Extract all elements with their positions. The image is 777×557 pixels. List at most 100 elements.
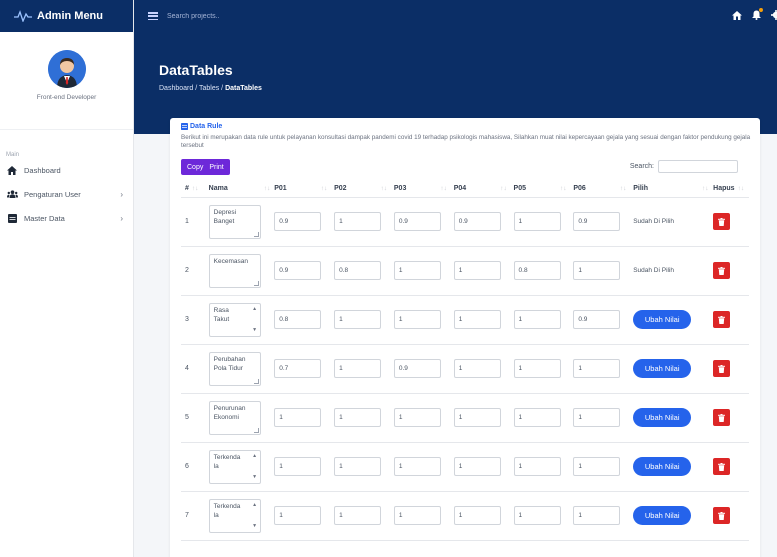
p04-input[interactable]: 1 <box>453 261 501 281</box>
p03-input[interactable]: 1 <box>393 261 441 281</box>
sidebar-item-dashboard[interactable]: Dashboard <box>0 158 133 182</box>
hamburger-menu-icon[interactable] <box>148 12 158 20</box>
nama-textarea[interactable]: Terkenda la ▲ ▼ <box>208 498 261 533</box>
column-header-p05[interactable]: P05 ↑↓ <box>509 179 570 198</box>
copy-button[interactable]: Copy <box>181 159 207 176</box>
resize-grip-icon[interactable] <box>253 378 259 384</box>
p01-input[interactable]: 0.8 <box>274 310 322 330</box>
p04-cell: 1 <box>449 295 510 345</box>
delete-button[interactable] <box>713 311 731 329</box>
table-search-input[interactable] <box>658 160 738 174</box>
spin-down-icon[interactable]: ▼ <box>252 523 257 530</box>
p03-input[interactable]: 1 <box>393 408 441 428</box>
breadcrumb-item-dashboard[interactable]: Dashboard <box>159 85 193 92</box>
breadcrumb-item-tables[interactable]: Tables <box>199 85 219 92</box>
textarea-spinner[interactable]: ▲ ▼ <box>251 502 259 530</box>
spin-up-icon[interactable]: ▲ <box>252 453 257 460</box>
p01-input[interactable]: 0.7 <box>274 359 322 379</box>
p02-input[interactable]: 1 <box>334 506 382 526</box>
p04-input[interactable]: 1 <box>453 457 501 477</box>
p02-input[interactable]: 1 <box>334 310 382 330</box>
column-header-p06[interactable]: P06 ↑↓ <box>569 179 630 198</box>
ubah-nilai-button[interactable]: Ubah Nilai <box>633 457 692 477</box>
column-header-pilih[interactable]: Pilih ↑↓ <box>629 179 710 198</box>
p05-input[interactable]: 0.8 <box>513 261 561 281</box>
p01-input[interactable]: 0.9 <box>274 212 322 232</box>
column-header-p03[interactable]: P03 ↑↓ <box>389 179 450 198</box>
p06-input[interactable]: 1 <box>573 359 621 379</box>
p02-input[interactable]: 1 <box>334 359 382 379</box>
p02-input[interactable]: 1 <box>334 212 382 232</box>
nama-textarea[interactable]: Terkenda la ▲ ▼ <box>208 449 261 484</box>
p04-input[interactable]: 0.9 <box>453 212 501 232</box>
ubah-nilai-button[interactable]: Ubah Nilai <box>633 310 692 330</box>
textarea-spinner[interactable]: ▲ ▼ <box>251 306 259 334</box>
spin-up-icon[interactable]: ▲ <box>252 502 257 509</box>
ubah-nilai-button[interactable]: Ubah Nilai <box>633 359 692 379</box>
p04-input[interactable]: 1 <box>453 359 501 379</box>
nama-textarea[interactable]: Penurunan Ekonomi <box>208 400 261 435</box>
resize-grip-icon[interactable] <box>253 231 259 237</box>
sidebar-item-master-data[interactable]: Master Data › <box>0 206 133 230</box>
p05-input[interactable]: 1 <box>513 359 561 379</box>
p05-input[interactable]: 1 <box>513 408 561 428</box>
spin-down-icon[interactable]: ▼ <box>252 474 257 481</box>
p06-input[interactable]: 1 <box>573 261 621 281</box>
p03-input[interactable]: 1 <box>393 506 441 526</box>
nama-textarea[interactable]: Depresi Banget <box>208 204 261 239</box>
delete-button[interactable] <box>713 458 731 476</box>
brand[interactable]: Admin Menu <box>0 0 133 32</box>
p03-input[interactable]: 0.9 <box>393 212 441 232</box>
p06-input[interactable]: 0.9 <box>573 310 621 330</box>
p06-input[interactable]: 1 <box>573 506 621 526</box>
p02-input[interactable]: 0.8 <box>334 261 382 281</box>
nama-textarea[interactable]: Rasa Takut ▲ ▼ <box>208 302 261 337</box>
delete-button[interactable] <box>713 409 731 427</box>
column-header-nama[interactable]: Nama ↑↓ <box>204 179 271 198</box>
column-header-p01[interactable]: P01 ↑↓ <box>270 179 331 198</box>
nama-textarea[interactable]: Kecemasan <box>208 253 261 288</box>
p04-input[interactable]: 1 <box>453 506 501 526</box>
spin-up-icon[interactable]: ▲ <box>252 306 257 313</box>
textarea-spinner[interactable]: ▲ ▼ <box>251 453 259 481</box>
p01-input[interactable]: 1 <box>274 457 322 477</box>
delete-button[interactable] <box>713 507 731 525</box>
home-icon[interactable] <box>732 10 742 22</box>
p05-input[interactable]: 1 <box>513 212 561 232</box>
resize-grip-icon[interactable] <box>253 427 259 433</box>
p04-input[interactable]: 1 <box>453 310 501 330</box>
avatar[interactable] <box>47 50 86 88</box>
search-input[interactable] <box>167 12 467 20</box>
resize-grip-icon[interactable] <box>253 280 259 286</box>
delete-button[interactable] <box>713 262 731 280</box>
p05-input[interactable]: 1 <box>513 457 561 477</box>
delete-button[interactable] <box>713 213 731 231</box>
print-button[interactable]: Print <box>206 159 230 176</box>
p01-input[interactable]: 1 <box>274 506 322 526</box>
p03-input[interactable]: 1 <box>393 457 441 477</box>
ubah-nilai-button[interactable]: Ubah Nilai <box>633 408 692 428</box>
column-header-p02[interactable]: P02 ↑↓ <box>330 179 390 198</box>
p05-input[interactable]: 1 <box>513 506 561 526</box>
p03-input[interactable]: 0.9 <box>393 359 441 379</box>
p06-input[interactable]: 1 <box>573 408 621 428</box>
p03-input[interactable]: 1 <box>393 310 441 330</box>
spin-down-icon[interactable]: ▼ <box>252 327 257 334</box>
p06-input[interactable]: 0.9 <box>573 212 621 232</box>
p05-input[interactable]: 1 <box>513 310 561 330</box>
p04-input[interactable]: 1 <box>453 408 501 428</box>
gear-icon[interactable] <box>771 10 777 22</box>
p01-input[interactable]: 1 <box>274 408 322 428</box>
delete-button[interactable] <box>713 360 731 378</box>
p02-input[interactable]: 1 <box>334 408 382 428</box>
p01-input[interactable]: 0.9 <box>274 261 322 281</box>
ubah-nilai-button[interactable]: Ubah Nilai <box>633 506 692 526</box>
nama-textarea[interactable]: Perubahan Pola Tidur <box>208 351 261 386</box>
p06-input[interactable]: 1 <box>573 457 621 477</box>
column-header-p04[interactable]: P04 ↑↓ <box>449 179 510 198</box>
bell-icon[interactable] <box>752 8 763 22</box>
column-header-hapus[interactable]: Hapus ↑↓ <box>709 179 749 198</box>
p02-input[interactable]: 1 <box>334 457 382 477</box>
column-header-no[interactable]: # ↑↓ <box>181 179 205 198</box>
sidebar-item-pengaturan-user[interactable]: Pengaturan User › <box>0 182 133 206</box>
